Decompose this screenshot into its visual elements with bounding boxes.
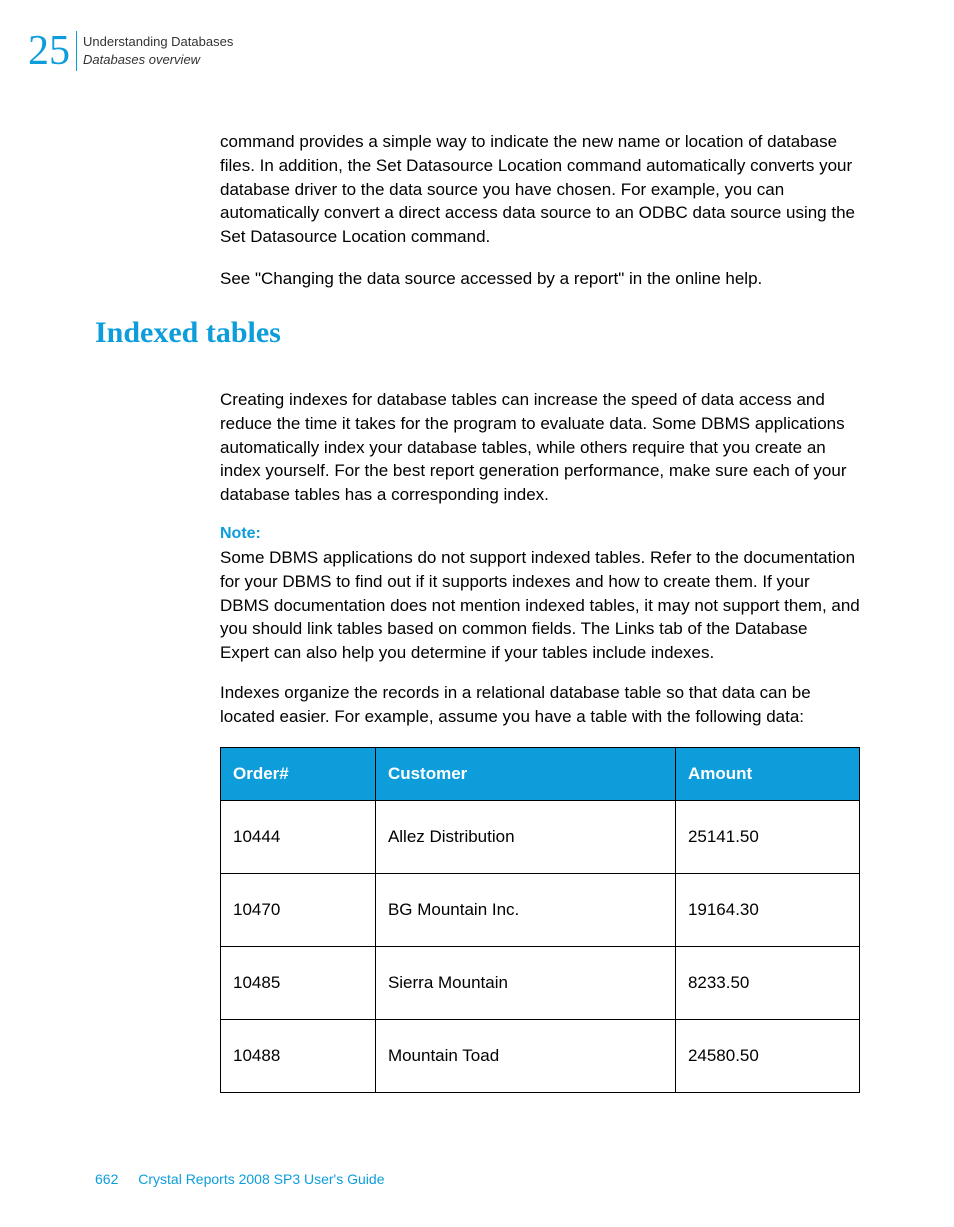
header-chapter-title: Understanding Databases bbox=[83, 33, 233, 51]
data-table: Order# Customer Amount 10444 Allez Distr… bbox=[220, 747, 860, 1093]
table-cell-customer: BG Mountain Inc. bbox=[375, 873, 675, 946]
table-cell-order: 10485 bbox=[221, 946, 376, 1019]
chapter-number: 25 bbox=[28, 30, 70, 72]
table-row: 10488 Mountain Toad 24580.50 bbox=[221, 1019, 860, 1092]
table-cell-customer: Allez Distribution bbox=[375, 800, 675, 873]
page-footer: 662 Crystal Reports 2008 SP3 User's Guid… bbox=[95, 1171, 384, 1187]
table-cell-order: 10470 bbox=[221, 873, 376, 946]
section-content: Creating indexes for database tables can… bbox=[220, 388, 860, 1093]
paragraph-section-1: Creating indexes for database tables can… bbox=[220, 388, 860, 507]
table-cell-amount: 25141.50 bbox=[675, 800, 859, 873]
table-row: 10444 Allez Distribution 25141.50 bbox=[221, 800, 860, 873]
table-header-customer: Customer bbox=[375, 747, 675, 800]
table-cell-amount: 8233.50 bbox=[675, 946, 859, 1019]
paragraph-intro-1: command provides a simple way to indicat… bbox=[220, 130, 860, 249]
table-cell-customer: Sierra Mountain bbox=[375, 946, 675, 1019]
section-heading-indexed-tables: Indexed tables bbox=[95, 316, 281, 350]
note-label: Note: bbox=[220, 525, 860, 543]
content-area: command provides a simple way to indicat… bbox=[220, 130, 860, 309]
paragraph-note: Some DBMS applications do not support in… bbox=[220, 546, 860, 665]
table-cell-amount: 24580.50 bbox=[675, 1019, 859, 1092]
table-cell-order: 10444 bbox=[221, 800, 376, 873]
table-row: 10470 BG Mountain Inc. 19164.30 bbox=[221, 873, 860, 946]
table-header-amount: Amount bbox=[675, 747, 859, 800]
paragraph-intro-2: See "Changing the data source accessed b… bbox=[220, 267, 860, 291]
header-subtitle: Databases overview bbox=[83, 51, 233, 69]
table-row: 10485 Sierra Mountain 8233.50 bbox=[221, 946, 860, 1019]
paragraph-table-intro: Indexes organize the records in a relati… bbox=[220, 681, 860, 729]
footer-book-title: Crystal Reports 2008 SP3 User's Guide bbox=[138, 1171, 384, 1187]
header-titles: Understanding Databases Databases overvi… bbox=[83, 33, 233, 69]
footer-page-number: 662 bbox=[95, 1171, 118, 1187]
table-header-row: Order# Customer Amount bbox=[221, 747, 860, 800]
header-divider bbox=[76, 31, 77, 71]
table-header-order: Order# bbox=[221, 747, 376, 800]
table-cell-amount: 19164.30 bbox=[675, 873, 859, 946]
page-header: 25 Understanding Databases Databases ove… bbox=[28, 30, 233, 72]
table-cell-order: 10488 bbox=[221, 1019, 376, 1092]
table-cell-customer: Mountain Toad bbox=[375, 1019, 675, 1092]
